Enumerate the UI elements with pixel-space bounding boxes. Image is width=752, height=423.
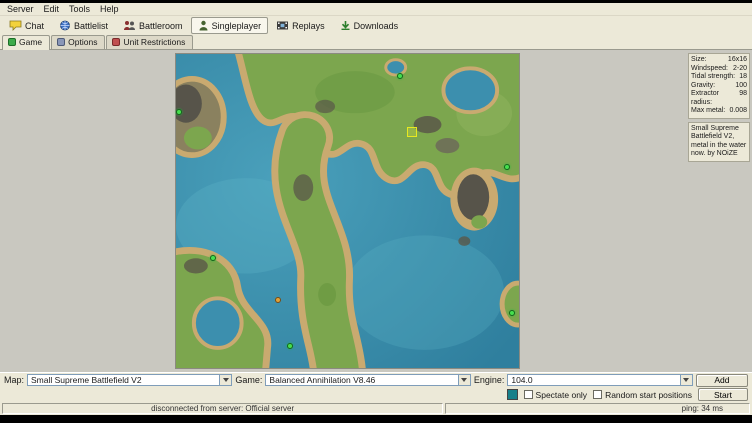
selection-row: Map: Small Supreme Battlefield V2 Game: … — [0, 372, 752, 387]
map-select-value: Small Supreme Battlefield V2 — [31, 375, 219, 385]
map-label: Map: — [4, 375, 24, 385]
menu-tools[interactable]: Tools — [64, 4, 95, 14]
start-position-marker[interactable] — [504, 164, 510, 170]
info-label: Windspeed: — [691, 65, 728, 74]
start-position-marker[interactable] — [287, 343, 293, 349]
tab-label: Downloads — [354, 21, 399, 31]
tab-downloads[interactable]: Downloads — [333, 17, 406, 34]
random-start-label: Random start positions — [605, 390, 692, 400]
info-label: Gravity: — [691, 82, 715, 91]
random-start-option: Random start positions — [593, 390, 692, 400]
info-value: 16x16 — [728, 56, 747, 65]
connection-status: disconnected from server: Official serve… — [2, 403, 443, 414]
map-info-panel: Size: 16x16 Windspeed: 2-20 Tidal streng… — [688, 53, 750, 162]
subtab-label: Unit Restrictions — [123, 37, 185, 47]
unit-restrictions-icon — [112, 38, 120, 46]
start-position-marker[interactable] — [275, 297, 281, 303]
game-select-value: Balanced Annihilation V8.46 — [269, 375, 457, 385]
map-preview[interactable] — [175, 53, 520, 369]
info-row-maxmetal: Max metal: 0.008 — [691, 107, 747, 116]
map-select[interactable]: Small Supreme Battlefield V2 — [27, 374, 232, 386]
subtab-label: Game — [19, 37, 42, 47]
start-position-marker[interactable] — [210, 255, 216, 261]
app-screen: Server Edit Tools Help Chat Battlelist B… — [0, 0, 752, 423]
start-box-marker[interactable] — [407, 127, 417, 137]
start-position-marker[interactable] — [176, 109, 182, 115]
start-options-row: Spectate only Random start positions Sta… — [0, 387, 752, 402]
tab-label: Battleroom — [139, 21, 183, 31]
game-label: Game: — [235, 375, 262, 385]
map-stats-box: Size: 16x16 Windspeed: 2-20 Tidal streng… — [688, 53, 750, 119]
status-bar: disconnected from server: Official serve… — [0, 402, 752, 415]
info-row-gravity: Gravity: 100 — [691, 82, 747, 91]
start-button[interactable]: Start — [698, 388, 748, 401]
lobby-window: Server Edit Tools Help Chat Battlelist B… — [0, 3, 752, 415]
chevron-down-icon[interactable] — [219, 375, 231, 385]
info-row-size: Size: 16x16 — [691, 56, 747, 65]
info-label: Tidal strength: — [691, 73, 735, 82]
battle-subtabs: Game Options Unit Restrictions — [0, 35, 752, 50]
info-row-tidal: Tidal strength: 18 — [691, 73, 747, 82]
game-select[interactable]: Balanced Annihilation V8.46 — [265, 374, 470, 386]
subtab-options[interactable]: Options — [51, 35, 105, 49]
menu-edit[interactable]: Edit — [39, 4, 65, 14]
singleplayer-icon — [198, 20, 209, 31]
menu-server[interactable]: Server — [2, 4, 39, 14]
tab-label: Battlelist — [74, 21, 108, 31]
game-icon — [8, 38, 16, 46]
tab-label: Replays — [292, 21, 325, 31]
connection-status-text: disconnected from server: Official serve… — [151, 404, 294, 413]
subtab-unit-restrictions[interactable]: Unit Restrictions — [106, 35, 193, 49]
tab-singleplayer[interactable]: Singleplayer — [191, 17, 269, 34]
options-icon — [57, 38, 65, 46]
subtab-label: Options — [68, 37, 97, 47]
info-label: Size: — [691, 56, 707, 65]
ping-status-text: ping: 34 ms — [682, 404, 723, 413]
chevron-down-icon[interactable] — [458, 375, 470, 385]
engine-select-value: 104.0 — [511, 375, 680, 385]
spectate-only-label: Spectate only — [536, 390, 588, 400]
tab-chat[interactable]: Chat — [2, 17, 51, 34]
battleroom-main-area: Size: 16x16 Windspeed: 2-20 Tidal streng… — [0, 50, 752, 372]
tab-battlelist[interactable]: Battlelist — [52, 17, 115, 34]
battlelist-icon — [59, 20, 71, 31]
info-label: Extractor radius: — [691, 90, 739, 107]
info-value: 2-20 — [733, 65, 747, 74]
map-description: Small Supreme Battlefield V2, metal in t… — [688, 122, 750, 162]
player-color-swatch[interactable] — [507, 389, 518, 400]
start-position-marker[interactable] — [397, 73, 403, 79]
info-value: 98 — [739, 90, 747, 107]
tab-battleroom[interactable]: Battleroom — [116, 17, 190, 34]
tab-replays[interactable]: Replays — [269, 17, 332, 34]
chat-icon — [9, 20, 22, 31]
engine-select[interactable]: 104.0 — [507, 374, 693, 386]
spectate-only-option: Spectate only — [524, 390, 588, 400]
battleroom-icon — [123, 20, 136, 31]
start-position-marker[interactable] — [509, 310, 515, 316]
info-value: 18 — [739, 73, 747, 82]
replays-icon — [276, 20, 289, 31]
start-position-layer — [176, 54, 519, 368]
add-bot-button[interactable]: Add bot... — [696, 374, 748, 387]
info-value: 100 — [735, 82, 747, 91]
menu-help[interactable]: Help — [95, 4, 124, 14]
info-row-windspeed: Windspeed: 2-20 — [691, 65, 747, 74]
chevron-down-icon[interactable] — [680, 375, 692, 385]
main-toolbar: Chat Battlelist Battleroom Singleplayer … — [0, 16, 752, 35]
tab-label: Chat — [25, 21, 44, 31]
menu-bar: Server Edit Tools Help — [0, 3, 752, 16]
random-start-checkbox[interactable] — [593, 390, 602, 399]
info-label: Max metal: — [691, 107, 725, 116]
subtab-game[interactable]: Game — [2, 35, 50, 50]
engine-label: Engine: — [474, 375, 505, 385]
tab-label: Singleplayer — [212, 21, 262, 31]
spectate-only-checkbox[interactable] — [524, 390, 533, 399]
ping-status: ping: 34 ms — [445, 403, 750, 414]
downloads-icon — [340, 20, 351, 31]
info-value: 0.008 — [729, 107, 747, 116]
info-row-extractor: Extractor radius: 98 — [691, 90, 747, 107]
